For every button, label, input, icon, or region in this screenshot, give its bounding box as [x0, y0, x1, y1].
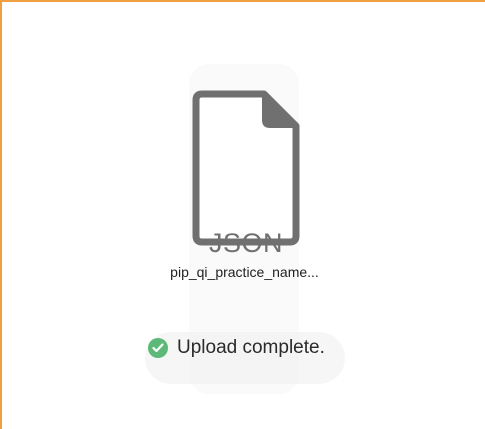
upload-status-text: Upload complete.: [177, 337, 325, 358]
file-name: pip_qi_practice_name...: [170, 264, 319, 280]
upload-status: Upload complete.: [148, 334, 325, 362]
upload-panel: JSON pip_qi_practice_name... Upload comp…: [2, 2, 485, 429]
file-outline-icon: [192, 90, 300, 246]
check-circle-icon: [148, 338, 168, 358]
file-type-label: JSON: [208, 228, 283, 258]
upload-frame: JSON pip_qi_practice_name... Upload comp…: [0, 0, 485, 429]
json-file-icon: JSON: [190, 88, 302, 258]
